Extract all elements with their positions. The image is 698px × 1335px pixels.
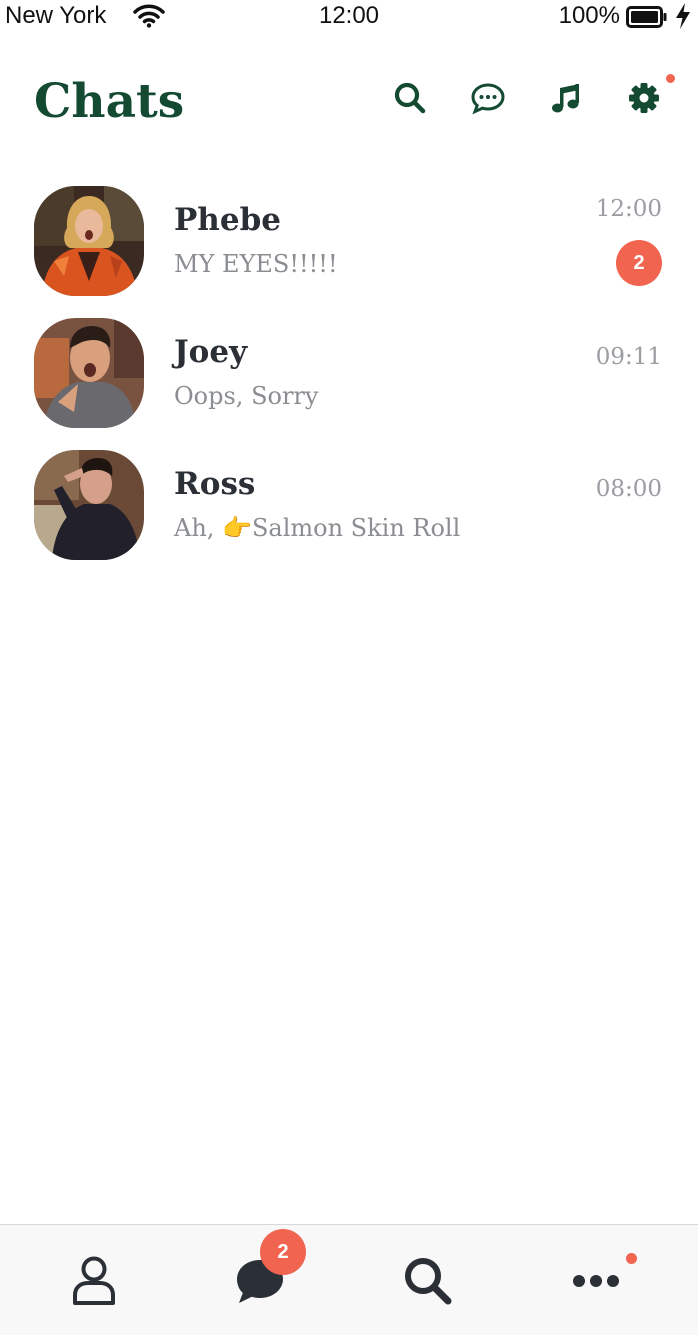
tab-chats-badge: 2	[260, 1229, 306, 1275]
chat-list: Phebe MY EYES!!!!! 12:00 2 Joey Oops, So…	[0, 172, 698, 568]
battery-icon	[626, 6, 668, 32]
tab-search[interactable]	[398, 1253, 458, 1313]
chat-preview: MY EYES!!!!!	[174, 250, 338, 278]
tab-more[interactable]	[566, 1253, 637, 1313]
settings-notification-dot	[666, 74, 675, 83]
music-button[interactable]	[546, 80, 586, 120]
chat-row-phebe[interactable]: Phebe MY EYES!!!!! 12:00 2	[0, 172, 698, 304]
chat-preview: Oops, Sorry	[174, 382, 319, 410]
search-icon	[392, 80, 428, 120]
music-note-icon	[548, 80, 584, 120]
search-icon	[402, 1255, 454, 1311]
chat-name: Joey	[174, 334, 248, 370]
chat-time: 09:11	[595, 344, 662, 370]
unread-badge: 2	[616, 240, 662, 286]
chat-row-ross[interactable]: Ross Ah, 👉Salmon Skin Roll 08:00	[0, 436, 698, 568]
preview-text: Salmon Skin Roll	[251, 514, 461, 542]
profile-icon	[70, 1255, 118, 1311]
settings-button[interactable]	[624, 74, 675, 120]
avatar	[34, 450, 144, 560]
bottom-tab-bar: 2	[0, 1224, 698, 1335]
chat-preview: Ah, 👉Salmon Skin Roll	[174, 514, 460, 542]
tab-profile[interactable]	[64, 1253, 124, 1313]
tab-chats[interactable]: 2	[230, 1229, 306, 1313]
new-chat-button[interactable]	[468, 80, 508, 120]
chat-row-joey[interactable]: Joey Oops, Sorry 09:11	[0, 304, 698, 436]
avatar	[34, 186, 144, 296]
page-title: Chats	[34, 74, 185, 129]
settings-gear-icon	[626, 80, 662, 120]
pointing-hand-emoji: 👉	[222, 514, 252, 542]
battery-percentage: 100%	[558, 2, 620, 29]
charging-bolt-icon	[674, 2, 692, 34]
preview-prefix: Ah,	[174, 514, 223, 542]
chat-time: 08:00	[595, 476, 662, 502]
status-bar: New York 12:00 100%	[0, 0, 698, 34]
search-button[interactable]	[390, 80, 430, 120]
chat-bubble-icon	[470, 80, 506, 120]
chat-time: 12:00	[595, 196, 662, 222]
chat-name: Ross	[174, 466, 256, 502]
avatar	[34, 318, 144, 428]
more-notification-dot	[626, 1253, 637, 1264]
app-header: Chats	[0, 60, 698, 144]
more-icon	[571, 1271, 621, 1295]
chat-name: Phebe	[174, 202, 281, 238]
